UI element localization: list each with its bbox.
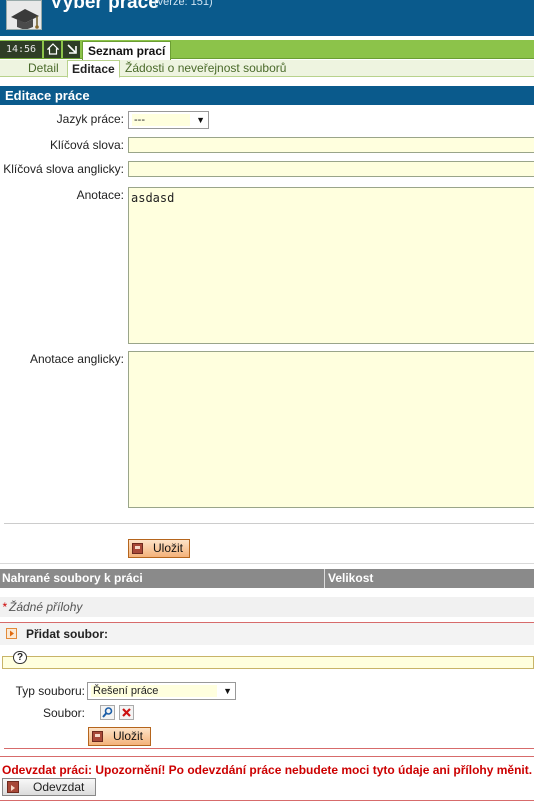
tab-seznam-praci[interactable]: Seznam prací [82, 41, 172, 60]
required-mark: * [2, 600, 7, 614]
annotation-en-label: Anotace anglicky: [29, 352, 124, 366]
subtab-detail[interactable]: Detail [28, 60, 59, 77]
clock: 14:56 [0, 41, 42, 58]
help-box: ? [2, 651, 534, 669]
app-header: Výběr práce (verze: 151) [0, 0, 534, 36]
save-button[interactable]: Uložit [128, 539, 190, 558]
home-icon[interactable] [43, 41, 61, 58]
file-type-label: Typ souboru: [15, 684, 85, 698]
file-label: Soubor: [42, 706, 85, 720]
question-icon[interactable]: ? [13, 651, 27, 664]
annotation-en-textarea[interactable] [128, 351, 534, 508]
files-empty-row: * Žádné přílohy [0, 597, 534, 617]
divider [4, 523, 534, 524]
submit-button[interactable]: Odevzdat [2, 778, 96, 796]
expand-icon[interactable] [6, 628, 17, 639]
divider [0, 756, 534, 757]
language-value: --- [132, 114, 190, 126]
annotation-label: Anotace: [76, 188, 124, 202]
language-label: Jazyk práce: [56, 112, 124, 126]
divider [4, 748, 534, 749]
collapse-arrow-icon[interactable] [62, 41, 80, 58]
add-file-heading: Přidat soubor: [26, 627, 109, 641]
no-attachments-text: Žádné přílohy [9, 600, 83, 614]
upload-save-button[interactable]: Uložit [88, 727, 151, 746]
page-title: Výběr práce [50, 0, 159, 13]
language-select[interactable]: --- ▼ [128, 111, 209, 129]
chevron-down-icon: ▼ [196, 115, 205, 125]
top-tab-bar: 14:56 Seznam prací [0, 40, 534, 60]
files-table-header: Nahrané soubory k práci Velikost [0, 569, 534, 588]
files-col-name: Nahrané soubory k práci [2, 571, 143, 585]
keywords-en-field[interactable] [128, 161, 534, 177]
floppy-icon [132, 543, 143, 554]
column-divider [324, 569, 325, 588]
keywords-en-label: Klíčová slova anglicky: [3, 162, 124, 176]
file-type-select[interactable]: Řešení práce ▼ [87, 682, 236, 700]
edit-section-heading: Editace práce [0, 86, 534, 105]
subtab-editace[interactable]: Editace [67, 60, 120, 78]
file-type-value: Řešení práce [91, 685, 217, 697]
keywords-label: Klíčová slova: [49, 138, 124, 152]
graduation-cap-logo [6, 0, 42, 30]
subtab-zadosti[interactable]: Žádosti o neveřejnost souborů [125, 60, 286, 77]
floppy-icon [92, 731, 103, 742]
subtab-bar: Detail Editace Žádosti o neveřejnost sou… [0, 60, 534, 78]
browse-file-icon[interactable] [100, 705, 115, 720]
chevron-down-icon: ▼ [223, 686, 232, 696]
divider [0, 800, 534, 801]
files-col-size: Velikost [328, 571, 374, 585]
submit-icon [7, 781, 19, 793]
submit-warning: Odevzdat práci: Upozornění! Po odevzdání… [2, 763, 533, 777]
version-label: (verze: 151) [154, 0, 213, 8]
add-file-header: Přidat soubor: [0, 623, 534, 645]
keywords-field[interactable] [128, 137, 534, 153]
divider [0, 563, 534, 564]
remove-file-icon[interactable] [119, 705, 134, 720]
annotation-textarea[interactable]: asdasd [128, 187, 534, 344]
